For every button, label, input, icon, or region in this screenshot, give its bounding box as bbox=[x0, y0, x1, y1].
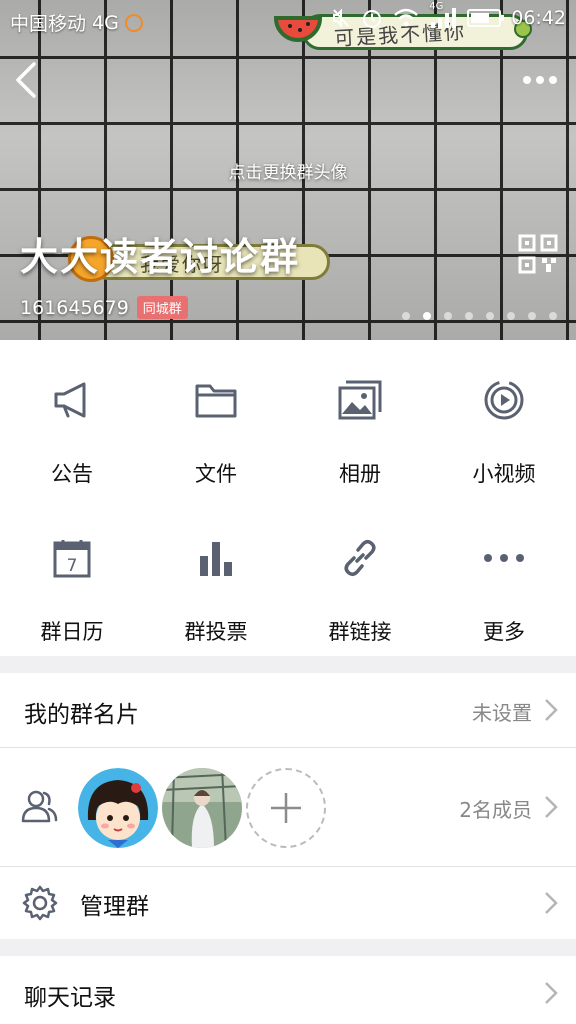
my-group-card-value: 未设置 bbox=[472, 701, 532, 725]
carrier-name: 中国移动 bbox=[10, 13, 87, 35]
feature-calendar[interactable]: 7 群日历 bbox=[0, 498, 144, 656]
feature-label: 小视频 bbox=[472, 462, 536, 486]
more-dot-icon bbox=[536, 76, 544, 84]
feature-more[interactable]: 更多 bbox=[432, 498, 576, 656]
cover-page-indicator bbox=[402, 312, 557, 320]
folder-icon bbox=[195, 384, 237, 418]
mute-icon bbox=[333, 8, 349, 28]
members-icon bbox=[21, 790, 58, 823]
feature-announcement[interactable]: 公告 bbox=[0, 340, 144, 498]
alarm-icon bbox=[363, 10, 382, 28]
feature-files[interactable]: 文件 bbox=[144, 340, 288, 498]
chat-history-title: 聊天记录 bbox=[24, 985, 116, 1011]
back-button[interactable] bbox=[10, 60, 46, 100]
back-arrow-icon bbox=[16, 62, 36, 98]
feature-vote[interactable]: 群投票 bbox=[144, 498, 288, 656]
qr-code-button[interactable] bbox=[518, 234, 558, 274]
member-count: 2名成员 bbox=[459, 798, 532, 822]
page-dot bbox=[465, 312, 473, 320]
more-dot-icon bbox=[549, 76, 557, 84]
qr-code-icon bbox=[518, 234, 558, 274]
page-dot bbox=[423, 312, 431, 320]
chevron-right-icon bbox=[545, 699, 558, 721]
page-dot bbox=[486, 312, 494, 320]
plus-icon bbox=[271, 793, 301, 823]
feature-label: 相册 bbox=[339, 462, 381, 486]
chat-history-row[interactable]: 聊天记录 bbox=[0, 956, 576, 1024]
my-group-card-row[interactable]: 我的群名片 未设置 bbox=[0, 673, 576, 747]
battery-icon bbox=[467, 9, 505, 27]
feature-short-video[interactable]: 小视频 bbox=[432, 340, 576, 498]
chevron-right-icon bbox=[545, 796, 558, 818]
status-time: 06:42 bbox=[511, 7, 566, 29]
members-row[interactable]: 2名成员 bbox=[0, 748, 576, 866]
feature-label: 群日历 bbox=[40, 620, 104, 644]
more-dot-icon bbox=[523, 76, 531, 84]
link-icon bbox=[344, 539, 376, 577]
feature-label: 群链接 bbox=[328, 620, 392, 644]
more-options-button[interactable] bbox=[518, 62, 562, 98]
wifi-icon bbox=[394, 8, 419, 27]
page-dot bbox=[402, 312, 410, 320]
video-icon bbox=[484, 380, 524, 420]
group-id: 161645679 bbox=[20, 296, 129, 319]
photo-avatar bbox=[162, 768, 242, 848]
group-id-row: 161645679 同城群 bbox=[20, 296, 188, 319]
page-dot bbox=[549, 312, 557, 320]
page-dot bbox=[507, 312, 515, 320]
page-dot bbox=[528, 312, 536, 320]
more-dots-icon bbox=[484, 554, 524, 562]
feature-label: 公告 bbox=[51, 462, 93, 486]
cartoon-girl-avatar bbox=[78, 768, 158, 848]
manage-group-row[interactable]: 管理群 bbox=[0, 867, 576, 939]
signal-icon: 4G bbox=[429, 1, 457, 29]
my-group-card-title: 我的群名片 bbox=[24, 702, 139, 728]
city-group-badge: 同城群 bbox=[136, 296, 188, 319]
network-type: 4G bbox=[92, 11, 119, 34]
add-member-button[interactable] bbox=[246, 768, 326, 848]
manage-group-title: 管理群 bbox=[80, 894, 149, 920]
member-avatar[interactable] bbox=[162, 768, 242, 848]
app-badge-icon bbox=[124, 13, 143, 32]
vote-chart-icon bbox=[200, 542, 232, 576]
feature-link[interactable]: 群链接 bbox=[288, 498, 432, 656]
group-name: 大大读者讨论群 bbox=[20, 235, 301, 279]
feature-grid: 公告 文件 相册 小视频 7 群日历 群投票 群链接 更多 bbox=[0, 340, 576, 656]
feature-label: 文件 bbox=[195, 462, 237, 486]
gear-icon bbox=[22, 885, 58, 921]
megaphone-icon bbox=[54, 382, 86, 418]
calendar-day: 7 bbox=[67, 556, 78, 576]
feature-label: 更多 bbox=[483, 620, 525, 644]
calendar-icon: 7 bbox=[53, 540, 91, 578]
feature-album[interactable]: 相册 bbox=[288, 340, 432, 498]
feature-label: 群投票 bbox=[184, 620, 248, 644]
group-cover[interactable]: 可是我不懂你 我爱你呀 中国移动 4G 4G 06:42 点击更换群头像 大大读… bbox=[0, 0, 576, 340]
change-avatar-hint[interactable]: 点击更换群头像 bbox=[0, 158, 576, 183]
album-icon bbox=[338, 380, 382, 420]
member-avatar[interactable] bbox=[78, 768, 158, 848]
chevron-right-icon bbox=[545, 982, 558, 1004]
status-bar: 中国移动 4G 4G 06:42 bbox=[0, 0, 576, 40]
page-dot bbox=[444, 312, 452, 320]
chevron-right-icon bbox=[545, 892, 558, 914]
